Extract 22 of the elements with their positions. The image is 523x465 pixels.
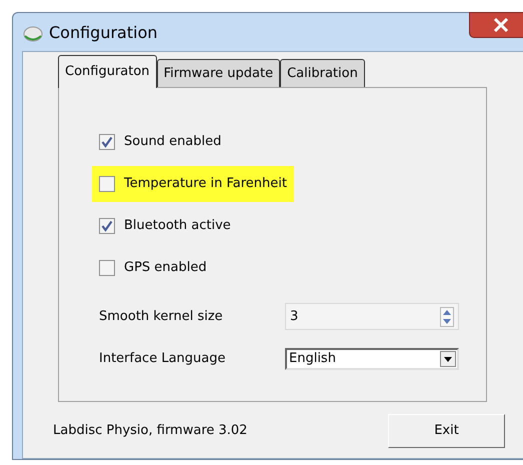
checkbox-label: GPS enabled (124, 259, 207, 278)
checkbox[interactable] (99, 176, 115, 192)
checkbox[interactable] (99, 218, 115, 234)
checkbox-label: Sound enabled (124, 133, 222, 152)
spin-box[interactable]: 3 (285, 303, 459, 330)
checkbox[interactable] (99, 134, 115, 150)
tab[interactable]: Calibration (280, 59, 365, 87)
language-dropdown[interactable]: English (285, 348, 459, 370)
exit-button[interactable]: Exit (388, 414, 505, 448)
window-title: Configuration (49, 22, 158, 44)
checkbox-label: Bluetooth active (124, 217, 231, 236)
app-icon (23, 24, 43, 42)
tab[interactable]: Firmware update (156, 59, 280, 87)
field-label: Interface Language (99, 350, 226, 368)
tab[interactable]: Configuraton (58, 55, 157, 88)
field-label: Smooth kernel size (99, 308, 224, 326)
close-button[interactable] (469, 12, 523, 38)
checkbox[interactable] (99, 260, 115, 276)
close-icon (493, 18, 509, 32)
status-text: Labdisc Physio, firmware 3.02 (53, 422, 248, 440)
checkbox-label: Temperature in Farenheit (124, 175, 287, 194)
spinner-arrows-icon[interactable] (440, 306, 454, 326)
